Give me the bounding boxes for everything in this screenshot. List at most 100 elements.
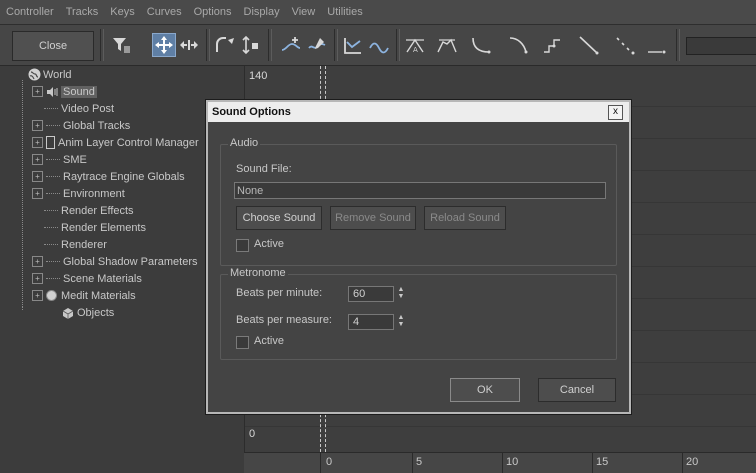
tangent-flat-icon[interactable] xyxy=(646,34,668,56)
menu-options[interactable]: Options xyxy=(188,6,238,18)
tree-connector xyxy=(46,192,60,195)
tree-item-anim-layer[interactable]: + Anim Layer Control Manager xyxy=(32,134,199,151)
tree-item-sound[interactable]: + Sound xyxy=(32,83,97,100)
key-stats-field[interactable] xyxy=(686,37,756,55)
tree-item-global-tracks[interactable]: + Global Tracks xyxy=(32,117,130,134)
beats-per-measure-spinner-field[interactable]: 4 xyxy=(348,314,394,330)
dialog-title: Sound Options xyxy=(208,102,629,122)
timeline-tick xyxy=(592,453,593,473)
world-icon xyxy=(28,68,41,81)
tangent-custom-icon[interactable]: A xyxy=(404,34,426,56)
slide-keys-icon[interactable] xyxy=(178,34,200,56)
close-icon[interactable]: x xyxy=(608,105,623,120)
timeline-tick-label: 0 xyxy=(326,456,333,468)
tree-item-render-elements[interactable]: Render Elements xyxy=(32,219,146,236)
bpm-spinner-field[interactable]: 60 xyxy=(348,286,394,302)
tangent-smooth-icon[interactable] xyxy=(578,34,600,56)
menu-curves[interactable]: Curves xyxy=(141,6,188,18)
expand-icon[interactable]: + xyxy=(32,188,43,199)
tree-item-video-post[interactable]: Video Post xyxy=(32,100,114,117)
move-keys-icon[interactable] xyxy=(152,33,176,57)
tree-label: Global Shadow Parameters xyxy=(63,255,198,268)
add-keys-icon[interactable] xyxy=(280,34,302,56)
tree-connector xyxy=(46,158,60,161)
menu-display[interactable]: Display xyxy=(238,6,286,18)
tangent-linear-icon[interactable] xyxy=(542,34,564,56)
reduce-keys-icon[interactable] xyxy=(342,34,364,56)
reload-sound-button[interactable]: Reload Sound xyxy=(424,206,506,230)
toolbar-separator xyxy=(268,29,272,61)
tangent-slow-icon[interactable] xyxy=(470,34,492,56)
tree-item-medit-materials[interactable]: + Medit Materials xyxy=(32,287,136,304)
timeline-tick xyxy=(320,453,321,473)
bpm-spinner-arrows-icon[interactable]: ▲ ▼ xyxy=(396,286,406,302)
tree-item-world[interactable]: World xyxy=(28,66,72,83)
choose-sound-button[interactable]: Choose Sound xyxy=(236,206,322,230)
cancel-button[interactable]: Cancel xyxy=(538,378,616,402)
tree-label: Anim Layer Control Manager xyxy=(58,136,199,149)
audio-active-label: Active xyxy=(254,238,284,250)
material-icon xyxy=(46,290,57,301)
filter-icon[interactable] xyxy=(110,34,132,56)
tree-label: Global Tracks xyxy=(63,119,131,132)
tree-connector xyxy=(44,107,58,110)
menu-view[interactable]: View xyxy=(286,6,322,18)
expand-icon[interactable]: + xyxy=(32,256,43,267)
expand-icon[interactable]: + xyxy=(32,86,43,97)
tree-label: Objects xyxy=(77,306,115,319)
ok-button[interactable]: OK xyxy=(450,378,520,402)
tree-label: Raytrace Engine Globals xyxy=(63,170,185,183)
tree-item-environment[interactable]: + Environment xyxy=(32,185,125,202)
tangent-step-icon[interactable] xyxy=(508,34,530,56)
tree-item-renderer[interactable]: Renderer xyxy=(32,236,107,253)
timeline-ruler[interactable]: 0 5 10 15 20 xyxy=(244,452,756,473)
tree-label: Render Elements xyxy=(61,221,146,234)
metronome-active-checkbox[interactable] xyxy=(236,336,249,349)
expand-icon[interactable]: + xyxy=(32,171,43,182)
sound-options-dialog: Sound Options x Audio Sound File: None C… xyxy=(206,100,631,414)
tree-label: SME xyxy=(63,153,87,166)
tree-item-raytrace[interactable]: + Raytrace Engine Globals xyxy=(32,168,185,185)
menu-utilities[interactable]: Utilities xyxy=(321,6,368,18)
tree-label: Renderer xyxy=(61,238,107,251)
tangent-auto-icon[interactable] xyxy=(368,34,390,56)
tree-item-render-effects[interactable]: Render Effects xyxy=(32,202,134,219)
tree-connector xyxy=(44,243,58,246)
tree-connector xyxy=(22,306,23,310)
tangent-plateau-icon[interactable] xyxy=(614,34,636,56)
sound-file-field[interactable]: None xyxy=(234,182,606,199)
timeline-tick-label: 20 xyxy=(686,456,699,468)
tree-item-global-shadow[interactable]: + Global Shadow Parameters xyxy=(32,253,198,270)
menu-keys[interactable]: Keys xyxy=(104,6,140,18)
metronome-active-label: Active xyxy=(254,335,284,347)
tree-connector xyxy=(44,226,58,229)
draw-curves-icon[interactable] xyxy=(306,34,328,56)
scale-keys-icon[interactable] xyxy=(214,34,236,56)
close-button[interactable]: Close xyxy=(12,31,94,61)
expand-icon[interactable]: + xyxy=(32,273,43,284)
timeline-tick-label: 10 xyxy=(506,456,519,468)
bpm-label: Beats per minute: xyxy=(236,287,323,299)
expand-icon[interactable]: + xyxy=(32,120,43,131)
expand-icon[interactable]: + xyxy=(32,290,43,301)
toolbar-separator xyxy=(206,29,210,61)
tree-item-sme[interactable]: + SME xyxy=(32,151,87,168)
menu-tracks[interactable]: Tracks xyxy=(60,6,105,18)
tangent-fast-icon[interactable] xyxy=(436,34,458,56)
tree-label: Video Post xyxy=(61,102,115,115)
tree-item-scene-materials[interactable]: + Scene Materials xyxy=(32,270,142,287)
expand-icon[interactable]: + xyxy=(32,154,43,165)
tree-item-objects[interactable]: Objects xyxy=(62,304,114,321)
sound-icon xyxy=(47,86,58,97)
timeline-tick-label: 5 xyxy=(416,456,423,468)
scale-values-icon[interactable] xyxy=(240,34,262,56)
audio-active-checkbox[interactable] xyxy=(236,239,249,252)
value-top-label: 140 xyxy=(249,70,268,82)
remove-sound-button[interactable]: Remove Sound xyxy=(330,206,416,230)
menu-controller[interactable]: Controller xyxy=(0,6,60,18)
beats-per-measure-spinner-arrows-icon[interactable]: ▲ ▼ xyxy=(396,314,406,330)
expand-icon[interactable]: + xyxy=(32,137,43,148)
toolbar-separator xyxy=(100,29,104,61)
toolbar: Close A xyxy=(0,25,756,66)
timeline-tick-label: 15 xyxy=(596,456,609,468)
